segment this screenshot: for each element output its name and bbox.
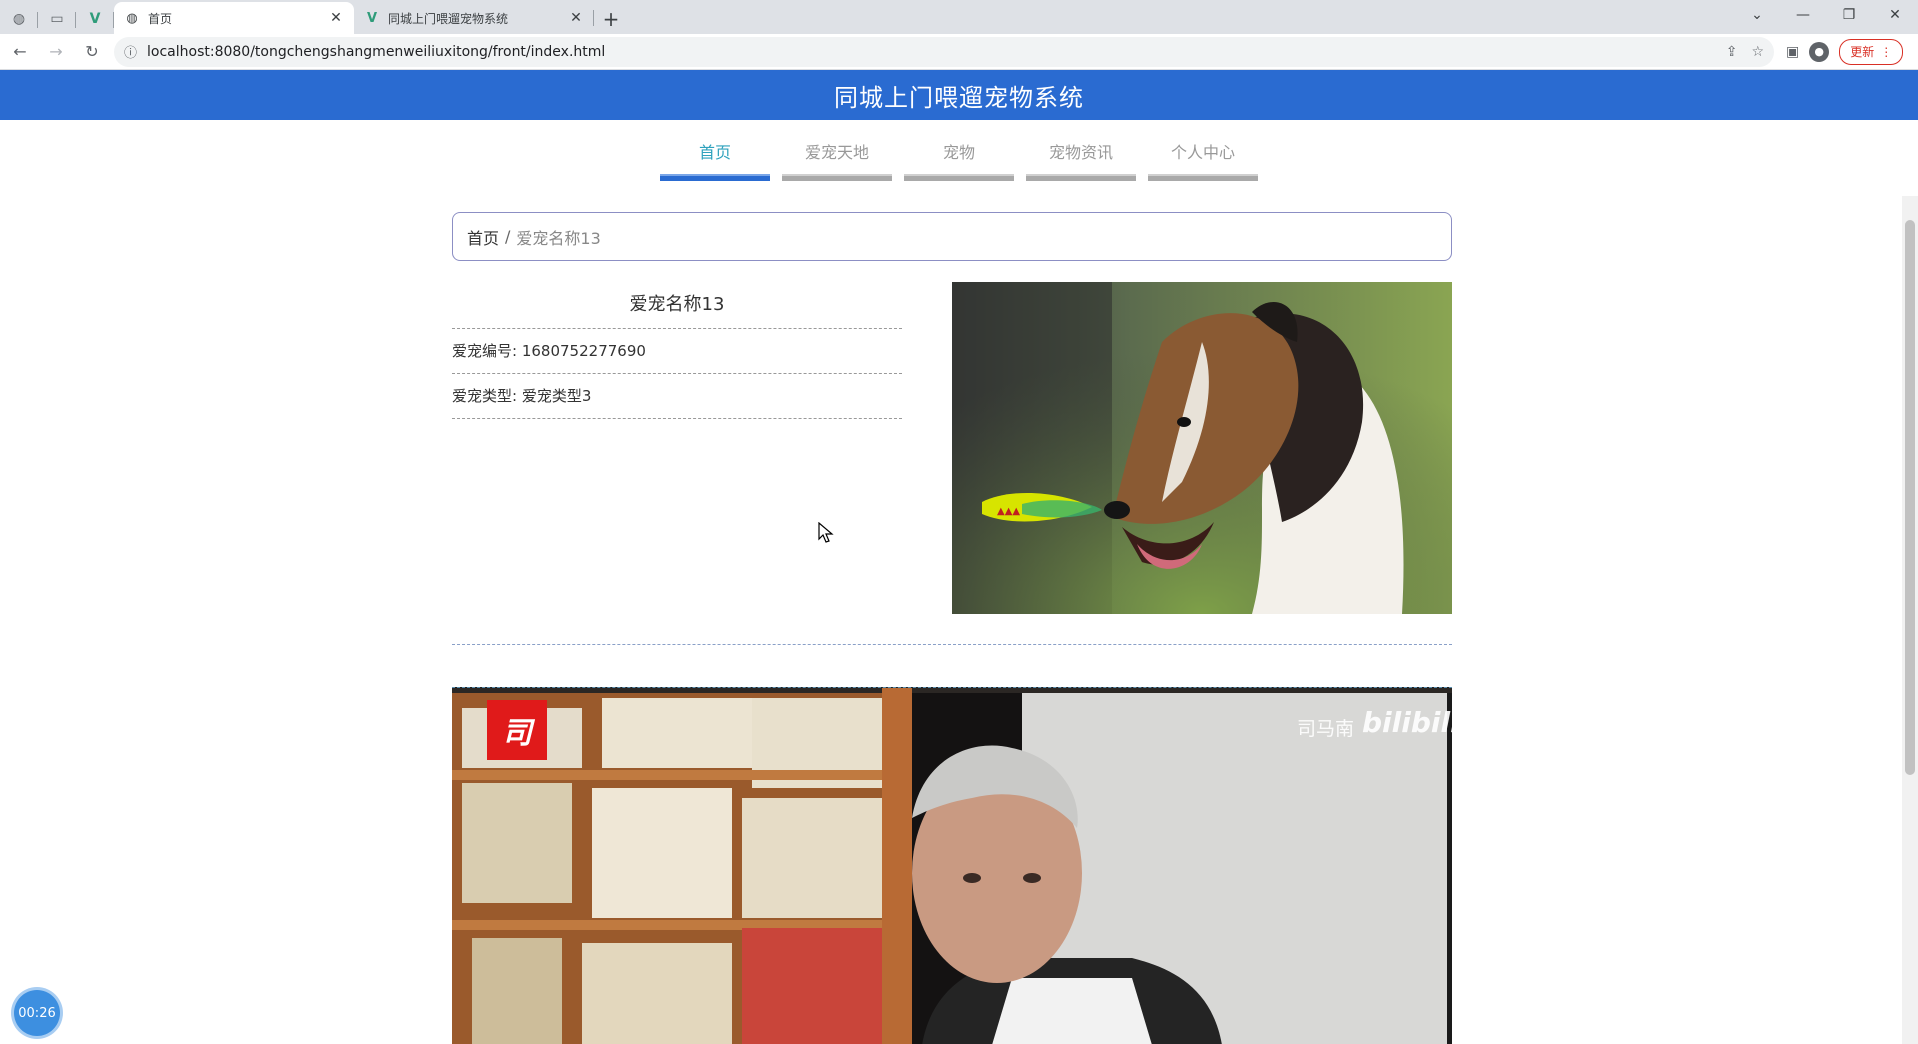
nav-label: 个人中心 xyxy=(1170,143,1235,162)
address-bar[interactable]: ⓘ localhost:8080/tongchengshangmenweiliu… xyxy=(114,36,1774,67)
nav-item-pet-world[interactable]: 爱宠天地 xyxy=(782,140,892,181)
nav-underline xyxy=(1026,174,1136,181)
recording-timer[interactable]: 00:26 xyxy=(14,990,60,1036)
pet-detail-info: 爱宠名称13 爱宠编号: 1680752277690 爱宠类型: 爱宠类型3 xyxy=(452,282,902,419)
breadcrumb-current: 爱宠名称13 xyxy=(516,228,601,248)
url-text: localhost:8080/tongchengshangmenweiliuxi… xyxy=(147,43,606,60)
forward-icon[interactable]: → xyxy=(40,36,72,68)
breadcrumb-separator: / xyxy=(505,227,511,246)
video-frame-image xyxy=(452,688,1452,1044)
pet-name: 爱宠名称13 xyxy=(452,282,902,329)
site-header: 同城上门喂遛宠物系统 xyxy=(0,70,1918,120)
watermark-name: 司马南 xyxy=(1297,718,1355,740)
minimize-icon[interactable]: — xyxy=(1780,0,1826,30)
tab-title: 同城上门喂遛宠物系统 xyxy=(388,11,509,26)
pet-number-row: 爱宠编号: 1680752277690 xyxy=(452,329,902,374)
bookmark-star-icon[interactable]: ☆ xyxy=(1751,44,1764,60)
browser-tab-active[interactable]: ◍ 首页 ✕ xyxy=(114,2,354,34)
new-tab-button[interactable]: + xyxy=(594,4,628,34)
info-icon[interactable]: ⓘ xyxy=(124,42,137,61)
globe-icon: ◍ xyxy=(126,10,138,26)
section-divider xyxy=(452,644,1452,645)
mouse-cursor-icon xyxy=(818,522,834,543)
breadcrumb: 首页 / 爱宠名称13 xyxy=(452,212,1452,261)
nav-label: 爱宠天地 xyxy=(804,143,869,162)
browser-toolbar: ← → ↻ ⓘ localhost:8080/tongchengshangmen… xyxy=(0,34,1918,70)
window-controls: ⌄ — ❐ ✕ xyxy=(1734,0,1918,30)
update-button[interactable]: 更新 ⋮ xyxy=(1839,38,1904,65)
share-icon[interactable]: ⇪ xyxy=(1726,44,1738,60)
close-icon[interactable]: ✕ xyxy=(568,10,584,26)
close-icon[interactable]: ✕ xyxy=(328,10,344,26)
nav-item-home[interactable]: 首页 xyxy=(660,140,770,181)
side-panel-icon[interactable]: ▣ xyxy=(1786,44,1799,60)
tab-search-icon[interactable]: ⌄ xyxy=(1734,0,1780,30)
svg-text:▲▲▲: ▲▲▲ xyxy=(997,506,1020,517)
nav-item-pet-news[interactable]: 宠物资讯 xyxy=(1026,140,1136,181)
vue-logo-icon: V xyxy=(89,11,101,27)
pinned-tab-3[interactable]: V xyxy=(76,4,114,34)
vue-logo-icon: V xyxy=(366,10,378,26)
pet-type-value: 爱宠类型3 xyxy=(521,387,592,405)
nav-underline xyxy=(904,174,1014,181)
profile-avatar-icon[interactable]: ● xyxy=(1809,41,1830,62)
restore-icon[interactable]: ❐ xyxy=(1826,0,1872,30)
pet-type-label: 爱宠类型: xyxy=(452,387,518,405)
back-icon[interactable]: ← xyxy=(4,36,36,68)
watermark-brand: bilibili xyxy=(1362,706,1452,739)
nav-underline xyxy=(660,174,770,181)
reload-icon[interactable]: ↻ xyxy=(76,36,108,68)
nav-label: 首页 xyxy=(698,143,731,162)
nav-underline xyxy=(1148,174,1258,181)
pet-number-value: 1680752277690 xyxy=(521,342,646,360)
browser-tab-inactive[interactable]: V 同城上门喂遛宠物系统 ✕ xyxy=(354,2,594,34)
close-window-icon[interactable]: ✕ xyxy=(1872,0,1918,30)
update-label: 更新 xyxy=(1850,45,1875,59)
nav-item-pets[interactable]: 宠物 xyxy=(904,140,1014,181)
scrollbar-thumb[interactable] xyxy=(1905,220,1915,775)
nav-label: 宠物 xyxy=(942,143,975,162)
video-player[interactable]: 司 司马南 bilibili xyxy=(452,687,1452,1044)
more-menu-icon: ⋮ xyxy=(1880,44,1893,59)
pinned-tab-1[interactable]: ◍ xyxy=(0,4,38,34)
nav-underline xyxy=(782,174,892,181)
globe-icon: ◍ xyxy=(12,11,26,27)
collie-dog-image: ▲▲▲ xyxy=(952,282,1452,614)
pet-type-row: 爱宠类型: 爱宠类型3 xyxy=(452,374,902,419)
site-title: 同城上门喂遛宠物系统 xyxy=(834,83,1084,112)
tab-title: 首页 xyxy=(148,11,173,26)
pet-photo: ▲▲▲ xyxy=(952,282,1452,614)
main-nav: 首页 爱宠天地 宠物 宠物资讯 个人中心 xyxy=(0,140,1918,181)
pinned-tab-2[interactable]: ▭ xyxy=(38,4,76,34)
blank-page-icon: ▭ xyxy=(50,11,64,27)
browser-tabbar: ◍ ▭ V ◍ 首页 ✕ V 同城上门喂遛宠物系统 ✕ + ⌄ — ❐ ✕ xyxy=(0,0,1918,34)
channel-logo-char: 司 xyxy=(502,716,532,751)
pet-number-label: 爱宠编号: xyxy=(452,342,518,360)
nav-item-profile[interactable]: 个人中心 xyxy=(1148,140,1258,181)
breadcrumb-home-link[interactable]: 首页 xyxy=(467,225,499,249)
nav-label: 宠物资讯 xyxy=(1048,143,1113,162)
